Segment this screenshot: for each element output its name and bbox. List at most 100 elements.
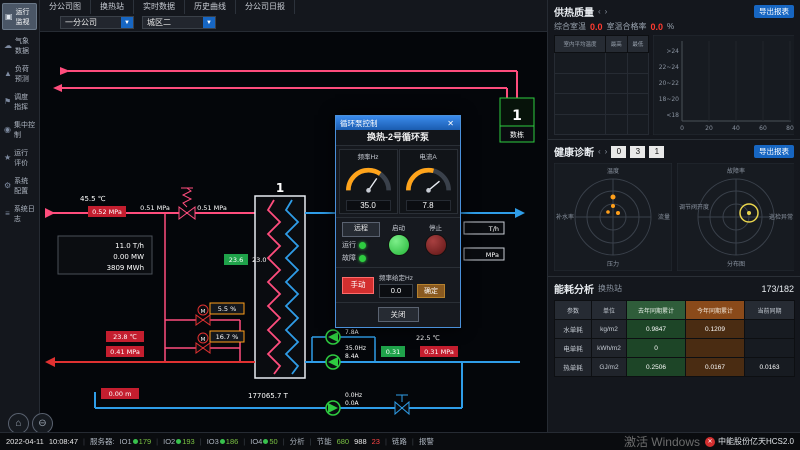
sidebar-item-weather[interactable]: ☁气象数据 [2,33,37,58]
company-select[interactable]: 一分公司▼ [60,16,134,29]
zoom-out-button[interactable]: ⊖ [32,413,53,434]
valve2-opening: 16.7 % [216,333,239,341]
server-io1: IO1179 [120,437,152,446]
col-header: 单位 [592,301,627,320]
prev-icon[interactable]: ‹ [598,7,601,16]
sidebar-item-central-control[interactable]: ◉集中控制 [2,117,37,142]
tab-company-diagram[interactable]: 分公司图 [40,0,91,14]
close-icon[interactable]: ✕ [445,119,456,128]
sec-supply-temp2: 23.0 [252,256,266,264]
sidebar-item-log[interactable]: ≡系统日志 [2,201,37,226]
district-select[interactable]: 城区二▼ [142,16,216,29]
status-dot-icon [220,439,225,444]
energy-value-2: 988 [354,437,367,446]
rate-value: 0.0 [651,22,664,32]
tab-station[interactable]: 换热站 [91,0,134,14]
energy-saving-label: 节能 [317,436,332,447]
zoom-out-icon: ⊖ [38,418,46,429]
chevron-down-icon: ▼ [203,17,215,28]
dialog-titlebar[interactable]: 循环泵控制 ✕ [336,116,460,130]
alarm-label[interactable]: 报警 [419,436,434,447]
link-label[interactable]: 链路 [392,436,407,447]
section-title: 健康诊断 [554,144,594,159]
start-button[interactable] [388,234,410,256]
y-tick: <18 [667,112,680,119]
sidebar-item-run-monitor[interactable]: ▣运行监视 [2,3,37,30]
close-button[interactable]: 关闭 [378,307,419,322]
export-report-button[interactable]: 导出报表 [754,5,794,18]
motor-valve-1[interactable]: M [196,305,210,325]
count-box-3[interactable]: 1 [649,146,664,158]
sec-supply-temp1: 23.6 [229,256,243,264]
weather-icon: ☁ [4,41,12,50]
flow-unit: T/h [488,225,499,233]
makeup-valve[interactable] [395,395,409,414]
makeup-pump[interactable] [326,401,340,415]
sidebar-item-dispatch[interactable]: ⚑调度指挥 [2,89,37,114]
energy-table: 参数 单位 去年同期累计 今年同期累计 当前同期 水单耗 kg/m2 0.984… [554,300,795,377]
tab-realtime-data[interactable]: 实时数据 [134,0,185,14]
tab-history-curve[interactable]: 历史曲线 [185,0,236,14]
sidebar-item-evaluation[interactable]: ★运行评价 [2,145,37,170]
table-title: 室内平均温度 [555,36,606,53]
makeup-pump-current: 0.0A [345,400,360,407]
makeup-pump-frequency: 0.0Hz [345,392,362,399]
next-icon[interactable]: › [605,147,608,156]
running-label: 运行 [342,240,356,250]
primary-return-pressure: 0.41 MPa [110,348,140,356]
heat-exchanger[interactable]: 1 [255,181,305,378]
prev-icon[interactable]: ‹ [598,147,601,156]
fault-led-icon [359,255,366,262]
pressure-unit: MPa [486,251,499,259]
table-row: 热单耗 GJ/m2 0.2506 0.0167 0.0163 [555,358,795,377]
remote-button[interactable]: 远程 [342,222,380,237]
circulation-pump-1[interactable] [326,330,340,344]
brand-icon: ✕ [705,437,715,447]
building-indicator[interactable]: 1 数栋 [500,98,534,142]
gauge-label: 频率Hz [340,151,397,161]
pump2-current: 8.4A [345,353,360,360]
station-schematic: 1 数栋 45.5 ℃ 0.52 MPa 0.51 MPa 0.51 MPa [40,32,547,432]
pressure-after-valve: 0.51 MPa [197,204,227,212]
count-box-1[interactable]: 0 [611,146,626,158]
next-icon[interactable]: › [605,7,608,16]
pump2-frequency: 35.0Hz [345,345,366,352]
heating-quality-section: 供热质量 ‹ › 导出报表 综合室温 0.0 室温合格率 0.0 % 室内平均温… [548,0,800,135]
analysis-label[interactable]: 分析 [290,436,305,447]
tab-company-report[interactable]: 分公司日报 [236,0,295,14]
health-diagnosis-section: 健康诊断 ‹ › 0 3 1 导出报表 [548,139,800,273]
count-box-2[interactable]: 3 [630,146,645,158]
home-button[interactable]: ⌂ [8,413,29,434]
supply-valve[interactable] [179,188,195,219]
sidebar-item-config[interactable]: ⚙系统配置 [2,173,37,198]
setpoint-input[interactable]: 0.0 [379,284,413,298]
status-dot-icon [133,439,138,444]
server-label: 服务器: [90,436,115,447]
rate-unit: % [667,22,674,31]
stop-button[interactable] [425,234,447,256]
sidebar-item-forecast[interactable]: ▲负荷预测 [2,61,37,86]
y-tick: 20~22 [659,80,679,87]
current-value: 7.8 [406,200,451,211]
table-row [555,73,649,93]
manual-button[interactable]: 手动 [342,277,374,294]
time: 10:08:47 [49,437,78,446]
sidebar: ▣运行监视 ☁气象数据 ▲负荷预测 ⚑调度指挥 ◉集中控制 ★运行评价 ⚙系统配… [0,0,40,432]
confirm-button[interactable]: 确定 [417,284,445,298]
log-icon: ≡ [4,209,11,218]
windows-activation-watermark: 激活 Windows [624,433,700,450]
section-title: 能耗分析 [554,281,594,296]
col-header: 参数 [555,301,592,320]
y-tick: 18~20 [659,96,679,103]
radar-label: 压力 [607,260,619,268]
x-tick: 0 [680,125,684,132]
building-label: 数栋 [510,130,524,139]
motor-valve-2[interactable]: M [196,333,210,353]
circulation-pump-2[interactable] [326,355,340,369]
exchanger-number: 1 [276,181,284,195]
export-report-button[interactable]: 导出报表 [754,145,794,158]
schematic-svg: 1 数栋 45.5 ℃ 0.52 MPa 0.51 MPa 0.51 MPa [40,32,547,432]
indoor-temp-table: 室内平均温度 最高 最低 [554,35,649,135]
start-control: 启动 [380,222,417,263]
radar-label: 流量 [658,213,670,221]
